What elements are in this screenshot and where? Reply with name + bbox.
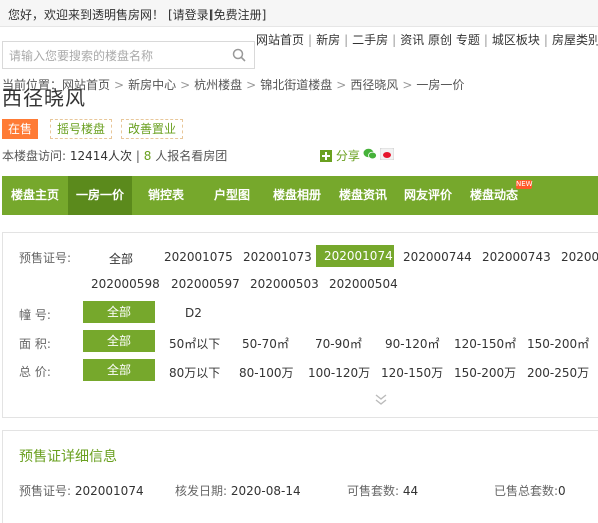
presale-option[interactable]: 全部	[109, 250, 133, 267]
presale-filter-label: 预售证号:	[19, 251, 72, 265]
presale-option[interactable]: 202000503	[250, 277, 319, 291]
presale-option[interactable]: 202000504	[329, 277, 398, 291]
site-nav: 网站首页 | 新房 | 二手房 | 资讯 原创 专题 | 城区板块 | 房屋类别	[256, 33, 598, 47]
presale-option[interactable]: 202000743	[482, 250, 551, 264]
breadcrumb-city[interactable]: 杭州楼盘	[194, 78, 242, 92]
tag-upgrade: 改善置业	[121, 119, 184, 139]
detail-presale: 预售证号: 202001074	[19, 482, 144, 499]
price-option[interactable]: 80-100万	[239, 364, 294, 381]
sitenav-category[interactable]: 房屋类别	[552, 33, 598, 47]
price-option-selected[interactable]: 全部	[83, 359, 155, 381]
search-input[interactable]	[9, 47, 224, 64]
presale-detail-panel	[2, 430, 598, 523]
search-box	[2, 41, 255, 69]
detail-presale-value: 202001074	[74, 484, 144, 498]
tab-floorplan[interactable]: 户型图	[214, 176, 250, 215]
detail-available-label: 可售套数:	[347, 484, 400, 498]
signup-text: 人报名看房团	[155, 149, 228, 163]
detail-sold-value: 0	[558, 484, 566, 498]
breadcrumb-project[interactable]: 西径晓风	[350, 78, 398, 92]
price-option[interactable]: 100-120万	[308, 364, 370, 381]
presale-option[interactable]: 202001075	[164, 250, 233, 264]
breadcrumb-street[interactable]: 锦北街道楼盘	[260, 78, 332, 92]
tab-news[interactable]: 楼盘资讯	[339, 176, 387, 215]
search-icon[interactable]	[232, 48, 246, 62]
wechat-icon[interactable]	[363, 148, 377, 160]
area-option[interactable]: 70-90㎡	[315, 335, 362, 352]
detail-available-value: 44	[402, 484, 419, 498]
detail-issue-date: 核发日期: 2020-08-14	[175, 482, 301, 499]
tab-unit-price[interactable]: 一房一价	[68, 176, 133, 215]
building-option[interactable]: D2	[185, 306, 202, 320]
area-option[interactable]: 150-200㎡	[527, 335, 589, 352]
area-option[interactable]: 90-120㎡	[385, 335, 440, 352]
area-filter-label: 面 积:	[19, 337, 51, 351]
share-button[interactable]: 分享	[320, 147, 360, 164]
sitenav-home[interactable]: 网站首页	[256, 33, 304, 47]
price-filter-label: 总 价:	[19, 365, 51, 379]
breadcrumb-current: 一房一价	[416, 78, 465, 92]
presale-option[interactable]: 202000744	[403, 250, 472, 264]
expand-chevron-icon[interactable]	[374, 393, 388, 407]
tab-project-home[interactable]: 楼盘主页	[11, 176, 59, 215]
top-bar: 您好，欢迎来到透明售房网！ [请登录] [免费注册]	[0, 0, 598, 27]
new-badge: NEW	[516, 180, 533, 189]
area-option[interactable]: 50㎡以下	[169, 335, 220, 352]
tag-lottery: 摇号楼盘	[50, 119, 113, 139]
status-badge: 在售	[2, 119, 39, 139]
detail-sold-label: 已售总套数:	[494, 484, 559, 498]
tab-updates[interactable]: 楼盘动态	[470, 176, 518, 215]
price-option[interactable]: 150-200万	[454, 364, 516, 381]
page-title: 西径晓风	[2, 86, 86, 110]
detail-issue-label: 核发日期:	[175, 484, 228, 498]
sitenav-newhouse[interactable]: 新房	[316, 33, 340, 47]
presale-option-selected[interactable]: 202001074	[316, 245, 394, 267]
breadcrumb-newhouse[interactable]: 新房中心	[128, 78, 176, 92]
weibo-icon[interactable]	[380, 148, 394, 160]
price-option[interactable]: 200-250万	[527, 364, 589, 381]
building-option-selected[interactable]: 全部	[83, 301, 155, 323]
detail-available: 可售套数: 44	[347, 482, 418, 499]
visit-stats: 本楼盘访问: 12414人次 | 8 人报名看房团	[2, 147, 227, 164]
share-label: 分享	[335, 149, 360, 163]
presale-option[interactable]: 202000598	[91, 277, 160, 291]
visit-sep: |	[135, 149, 140, 163]
main-nav: 楼盘主页 一房一价 销控表 户型图 楼盘相册 楼盘资讯 网友评价 楼盘动态 NE…	[2, 176, 598, 215]
price-option[interactable]: 120-150万	[381, 364, 443, 381]
plus-icon	[320, 150, 332, 162]
login-link[interactable]: [请登录]	[168, 6, 213, 23]
price-option[interactable]: 80万以下	[169, 364, 220, 381]
presale-option[interactable]: 202001073	[243, 250, 312, 264]
tab-album[interactable]: 楼盘相册	[273, 176, 321, 215]
area-option[interactable]: 120-150㎡	[454, 335, 516, 352]
area-option-selected[interactable]: 全部	[83, 330, 155, 352]
signup-count: 8	[143, 149, 152, 163]
presale-option[interactable]: 202000597	[171, 277, 240, 291]
greeting-text: 您好，欢迎来到透明售房网！	[8, 8, 165, 22]
visit-label: 本楼盘访问:	[2, 149, 67, 163]
sitenav-district[interactable]: 城区板块	[492, 33, 540, 47]
detail-sold: 已售总套数:0	[494, 482, 566, 499]
detail-presale-label: 预售证号:	[19, 484, 72, 498]
area-option[interactable]: 50-70㎡	[242, 335, 289, 352]
visit-count: 12414人次	[69, 149, 133, 163]
sitenav-news[interactable]: 资讯 原创 专题	[400, 33, 480, 47]
tab-sales-control[interactable]: 销控表	[148, 176, 184, 215]
building-filter-label: 幢 号:	[19, 308, 51, 322]
presale-option[interactable]: 202000	[561, 250, 598, 264]
presale-detail-title: 预售证详细信息	[19, 449, 117, 465]
sitenav-secondhand[interactable]: 二手房	[352, 33, 388, 47]
detail-issue-value: 2020-08-14	[230, 484, 301, 498]
tab-reviews[interactable]: 网友评价	[404, 176, 452, 215]
register-link[interactable]: [免费注册]	[209, 6, 266, 23]
